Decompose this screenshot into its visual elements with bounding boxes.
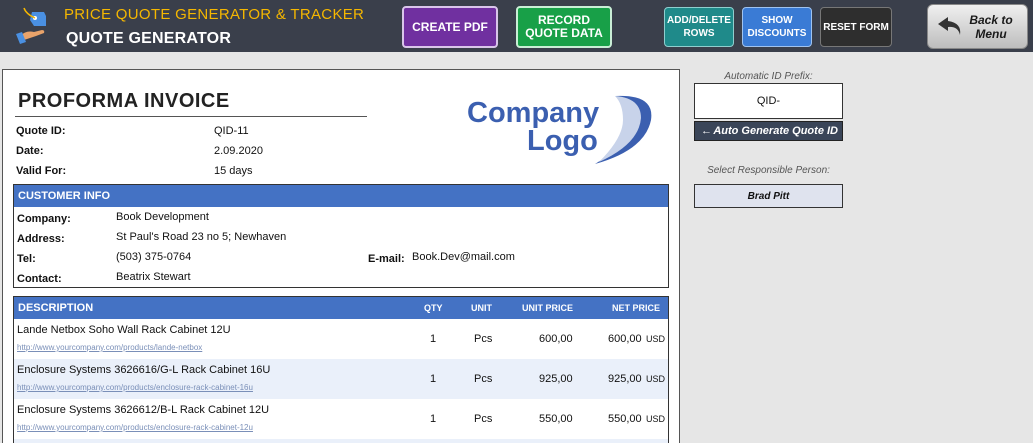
quote-id-label: Quote ID:: [16, 125, 66, 137]
address-label: Address:: [17, 233, 65, 245]
item-unit-price[interactable]: 925,00: [539, 373, 573, 385]
item-name[interactable]: Enclosure Systems 3626616/G-L Rack Cabin…: [17, 364, 270, 376]
item-link[interactable]: http://www.yourcompany.com/products/encl…: [17, 423, 253, 432]
item-unit[interactable]: Pcs: [474, 333, 492, 345]
items-table: DESCRIPTION QTY UNIT UNIT PRICE NET PRIC…: [13, 296, 669, 443]
item-net-price: 925,00: [608, 373, 642, 385]
create-pdf-button[interactable]: CREATE PDF: [402, 6, 498, 48]
company-logo: Company Logo: [467, 95, 652, 164]
item-currency: USD: [646, 374, 666, 384]
item-net-price: 550,00: [608, 413, 642, 425]
reset-form-button[interactable]: RESET FORM: [820, 7, 892, 47]
item-unit-price[interactable]: 600,00: [539, 333, 573, 345]
prefix-input[interactable]: QID-: [694, 83, 843, 119]
item-unit[interactable]: Pcs: [474, 373, 492, 385]
company-label: Company:: [17, 213, 71, 225]
item-qty[interactable]: 1: [430, 413, 436, 425]
auto-generate-id-button[interactable]: ← Auto Generate Quote ID: [694, 121, 843, 141]
title-underline: [15, 116, 367, 117]
tel-value[interactable]: (503) 375-0764: [116, 251, 191, 263]
prefix-label: Automatic ID Prefix:: [724, 71, 813, 82]
item-unit-price[interactable]: 550,00: [539, 413, 573, 425]
invoice-sheet: PROFORMA INVOICE Quote ID: QID-11 Date: …: [2, 69, 680, 443]
email-label: E-mail:: [368, 253, 405, 265]
item-qty[interactable]: 1: [430, 373, 436, 385]
invoice-title: PROFORMA INVOICE: [18, 90, 230, 112]
customer-info-heading: CUSTOMER INFO: [14, 185, 668, 207]
table-row[interactable]: [14, 439, 668, 443]
valid-for-label: Valid For:: [16, 165, 67, 177]
logo-line-2: Logo: [527, 125, 598, 157]
company-value[interactable]: Book Development: [116, 211, 209, 223]
customer-info-box: CUSTOMER INFO Company: Book Development …: [13, 184, 669, 288]
table-row[interactable]: Enclosure Systems 3626612/B-L Rack Cabin…: [14, 399, 668, 439]
contact-value[interactable]: Beatrix Stewart: [116, 271, 191, 283]
item-net-price: 600,00: [608, 333, 642, 345]
tel-label: Tel:: [17, 253, 36, 265]
header-bar: PRICE QUOTE GENERATOR & TRACKER QUOTE GE…: [0, 0, 1033, 52]
price-tag-hand-icon: [16, 7, 46, 44]
address-value[interactable]: St Paul's Road 23 no 5; Newhaven: [116, 231, 286, 243]
unit-price-header: UNIT PRICE: [522, 303, 574, 313]
date-label: Date:: [16, 145, 44, 157]
items-header-row: DESCRIPTION QTY UNIT UNIT PRICE NET PRIC…: [14, 297, 668, 319]
valid-for-value[interactable]: 15 days: [214, 165, 253, 177]
app-title: PRICE QUOTE GENERATOR & TRACKER: [64, 6, 365, 23]
back-to-menu-button[interactable]: Back to Menu: [927, 4, 1028, 49]
contact-label: Contact:: [17, 273, 62, 285]
item-name[interactable]: Lande Netbox Soho Wall Rack Cabinet 12U: [17, 324, 231, 336]
unit-header: UNIT: [471, 303, 492, 313]
person-label: Select Responsible Person:: [707, 165, 830, 176]
qty-header: QTY: [424, 303, 443, 313]
description-header: DESCRIPTION: [18, 302, 94, 314]
item-link[interactable]: http://www.yourcompany.com/products/encl…: [17, 383, 253, 392]
item-link[interactable]: http://www.yourcompany.com/products/land…: [17, 343, 202, 352]
table-row[interactable]: Enclosure Systems 3626616/G-L Rack Cabin…: [14, 359, 668, 399]
quote-id-value[interactable]: QID-11: [214, 125, 249, 137]
arrow-left-icon: ←: [701, 125, 712, 137]
back-arrow-icon: [938, 17, 961, 35]
add-delete-rows-button[interactable]: ADD/DELETE ROWS: [664, 7, 734, 47]
net-price-header: NET PRICE: [612, 303, 661, 313]
email-value[interactable]: Book.Dev@mail.com: [412, 251, 515, 263]
item-currency: USD: [646, 414, 666, 424]
responsible-person-select[interactable]: Brad Pitt: [694, 184, 843, 208]
table-row[interactable]: Lande Netbox Soho Wall Rack Cabinet 12U …: [14, 319, 668, 359]
date-value[interactable]: 2.09.2020: [214, 145, 263, 157]
page-title: QUOTE GENERATOR: [66, 30, 232, 47]
item-currency: USD: [646, 334, 666, 344]
back-to-menu-label: Back to Menu: [969, 12, 1013, 41]
auto-generate-label: Auto Generate Quote ID: [713, 125, 838, 137]
item-name[interactable]: Enclosure Systems 3626612/B-L Rack Cabin…: [17, 404, 269, 416]
show-discounts-button[interactable]: SHOW DISCOUNTS: [742, 7, 812, 47]
item-unit[interactable]: Pcs: [474, 413, 492, 425]
app-window: PRICE QUOTE GENERATOR & TRACKER QUOTE GE…: [0, 0, 1033, 443]
item-qty[interactable]: 1: [430, 333, 436, 345]
record-quote-button[interactable]: RECORD QUOTE DATA: [516, 6, 612, 48]
